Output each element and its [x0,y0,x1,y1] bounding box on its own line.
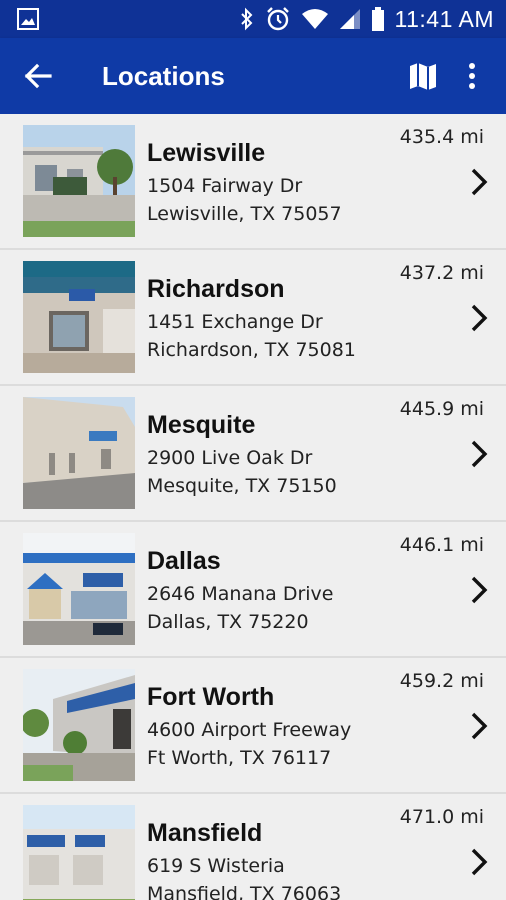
location-address-line2: Lewisville, TX 75057 [147,203,342,225]
location-name: Mansfield [147,819,263,847]
location-photo [23,397,135,509]
location-address-line2: Mesquite, TX 75150 [147,475,337,497]
location-address-line2: Mansfield, TX 76063 [147,883,342,900]
location-photo [23,125,135,237]
location-address-line1: 1451 Exchange Dr [147,311,323,333]
chevron-right-icon [471,304,488,332]
location-row-mesquite[interactable]: Mesquite 2900 Live Oak Dr Mesquite, TX 7… [0,386,506,522]
location-distance: 437.2 mi [399,262,484,284]
location-distance: 459.2 mi [399,670,484,692]
location-name: Dallas [147,547,221,575]
location-photo [23,805,135,900]
chevron-right-icon [471,576,488,604]
location-name: Mesquite [147,411,256,439]
battery-icon [371,7,384,31]
location-address-line1: 1504 Fairway Dr [147,175,303,197]
status-bar: 11:41 AM [0,0,506,38]
location-row-fort-worth[interactable]: Fort Worth 4600 Airport Freeway Ft Worth… [0,658,506,794]
chevron-right-icon [471,440,488,468]
cell-signal-icon [339,9,360,29]
location-address-line2: Dallas, TX 75220 [147,611,309,633]
more-vert-icon[interactable] [462,60,482,92]
gallery-icon [17,8,39,30]
chevron-right-icon [471,712,488,740]
page-title: Locations [102,61,225,91]
location-row-mansfield[interactable]: Mansfield 619 S Wisteria Mansfield, TX 7… [0,794,506,900]
location-photo [23,533,135,645]
location-row-richardson[interactable]: Richardson 1451 Exchange Dr Richardson, … [0,250,506,386]
map-icon[interactable] [408,60,438,92]
location-photo [23,669,135,781]
location-address-line1: 2646 Manana Drive [147,583,334,605]
location-address-line1: 619 S Wisteria [147,855,285,877]
app-bar: Locations [0,38,506,114]
location-address-line1: 2900 Live Oak Dr [147,447,313,469]
alarm-icon [266,7,289,31]
locations-list: Lewisville 1504 Fairway Dr Lewisville, T… [0,114,506,900]
chevron-right-icon [471,848,488,876]
wifi-icon [301,9,328,29]
location-distance: 445.9 mi [399,398,484,420]
location-name: Richardson [147,275,285,303]
bluetooth-icon [240,7,252,31]
location-distance: 471.0 mi [399,806,484,828]
location-photo [23,261,135,373]
location-address-line2: Ft Worth, TX 76117 [147,747,332,769]
location-distance: 435.4 mi [399,126,484,148]
status-time: 11:41 AM [394,5,494,32]
location-address-line2: Richardson, TX 75081 [147,339,356,361]
chevron-right-icon [471,168,488,196]
location-row-dallas[interactable]: Dallas 2646 Manana Drive Dallas, TX 7522… [0,522,506,658]
location-name: Lewisville [147,139,266,167]
location-distance: 446.1 mi [399,534,484,556]
location-row-lewisville[interactable]: Lewisville 1504 Fairway Dr Lewisville, T… [0,114,506,250]
arrow-back-icon[interactable] [22,60,54,92]
location-address-line1: 4600 Airport Freeway [147,719,352,741]
location-name: Fort Worth [147,683,275,711]
